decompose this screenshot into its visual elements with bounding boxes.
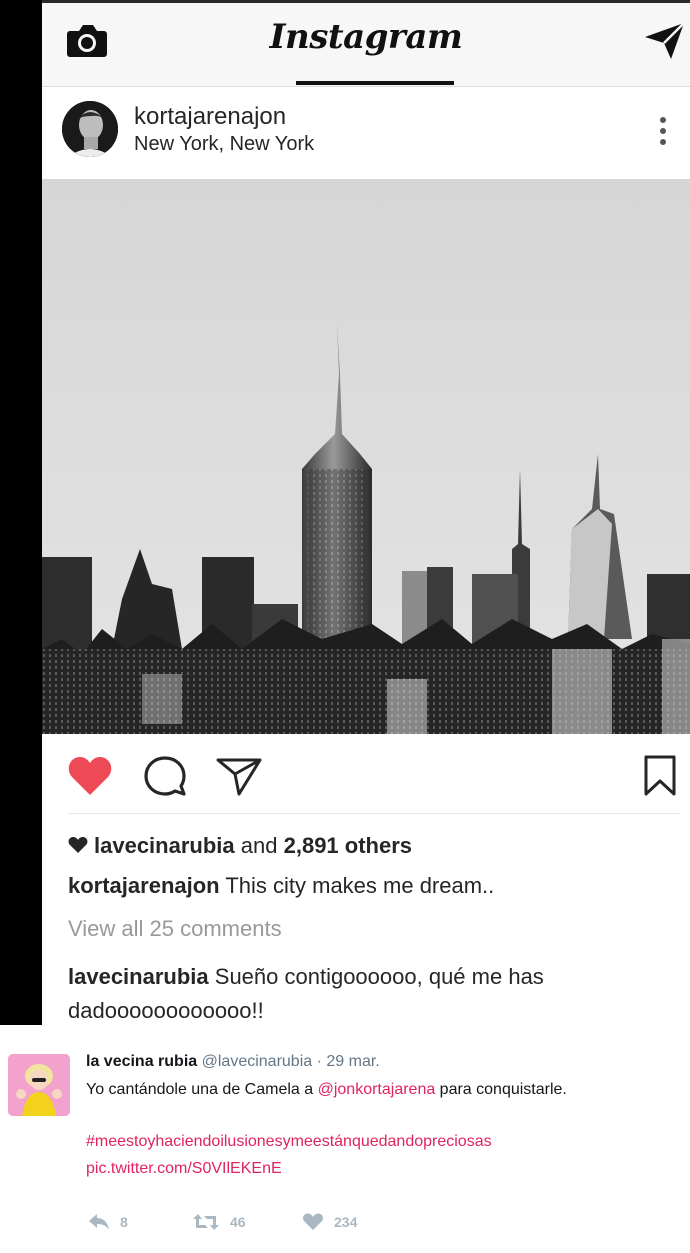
- comment: lavecinarubia Sueño contigoooooo, qué me…: [68, 960, 668, 1025]
- instagram-logo[interactable]: Instagram: [42, 17, 690, 57]
- bookmark-icon[interactable]: [640, 754, 680, 798]
- liker-username[interactable]: lavecinarubia: [94, 833, 235, 858]
- likes-and-text: and: [240, 833, 278, 858]
- tweet-author-name[interactable]: la vecina rubia: [86, 1053, 197, 1070]
- post-photo[interactable]: [42, 179, 690, 734]
- post-location[interactable]: New York, New York: [134, 133, 314, 156]
- retweet-icon: [193, 1214, 219, 1230]
- view-all-comments-link[interactable]: View all 25 comments: [68, 916, 282, 942]
- tweet-header: la vecina rubia @lavecinarubia · 29 mar.: [86, 1053, 380, 1071]
- instagram-app: Instagram kortajarenajon New York, New Y…: [42, 3, 690, 1025]
- retweet-button[interactable]: 46: [192, 1211, 246, 1233]
- tweet-like-count: 234: [334, 1214, 358, 1230]
- like-tweet-button[interactable]: 234: [302, 1211, 357, 1233]
- small-heart-icon: [68, 837, 88, 853]
- active-tab-indicator: [296, 81, 454, 85]
- tweet-text-before: Yo cantándole una de Camela a: [86, 1081, 318, 1098]
- avatar[interactable]: [62, 101, 118, 157]
- avatar-photo: [62, 101, 118, 157]
- tweet-date[interactable]: 29 mar.: [326, 1053, 379, 1070]
- heart-icon[interactable]: [66, 754, 114, 798]
- tweet-mention-link[interactable]: @jonkortajarena: [318, 1081, 436, 1098]
- tweet-text-after: para conquistarle.: [435, 1081, 567, 1098]
- comment-icon[interactable]: [142, 754, 188, 798]
- share-icon[interactable]: [214, 754, 264, 798]
- embedded-tweet: la vecina rubia @lavecinarubia · 29 mar.…: [0, 1025, 690, 1253]
- tweet-pic-link[interactable]: pic.twitter.com/S0VIlEKEnE: [86, 1160, 282, 1178]
- tweet-text: Yo cantándole una de Camela a @jonkortaj…: [86, 1081, 567, 1099]
- more-options-icon[interactable]: [648, 111, 678, 151]
- reply-button[interactable]: 8: [88, 1211, 128, 1233]
- tweet-avatar-image: [8, 1054, 70, 1116]
- reply-count: 8: [120, 1214, 128, 1230]
- tweet-separator: ·: [316, 1053, 322, 1070]
- new-york-skyline-photo: [42, 179, 690, 734]
- tweet-author-handle[interactable]: @lavecinarubia: [202, 1053, 313, 1070]
- tweet-heart-icon: [303, 1213, 323, 1230]
- comment-username[interactable]: lavecinarubia: [68, 964, 209, 989]
- post-caption: kortajarenajon This city makes me dream.…: [68, 873, 494, 899]
- caption-username[interactable]: kortajarenajon: [68, 873, 220, 898]
- caption-text: This city makes me dream..: [225, 873, 495, 898]
- reply-icon: [89, 1214, 109, 1230]
- likes-count[interactable]: 2,891 others: [284, 833, 412, 858]
- tweet-hashtag-link[interactable]: #meestoyhaciendoilusionesymeestánquedand…: [86, 1133, 492, 1151]
- tweet-avatar[interactable]: [8, 1054, 70, 1116]
- direct-message-icon[interactable]: [642, 19, 688, 63]
- post-action-bar: [42, 734, 690, 814]
- instagram-top-bar: Instagram: [42, 3, 690, 87]
- divider: [68, 813, 680, 814]
- retweet-count: 46: [230, 1214, 246, 1230]
- likes-summary: lavecinarubia and 2,891 others: [68, 833, 412, 859]
- post-header: kortajarenajon New York, New York: [42, 87, 690, 179]
- phone-bezel: [0, 0, 42, 1025]
- post-username[interactable]: kortajarenajon: [134, 103, 286, 131]
